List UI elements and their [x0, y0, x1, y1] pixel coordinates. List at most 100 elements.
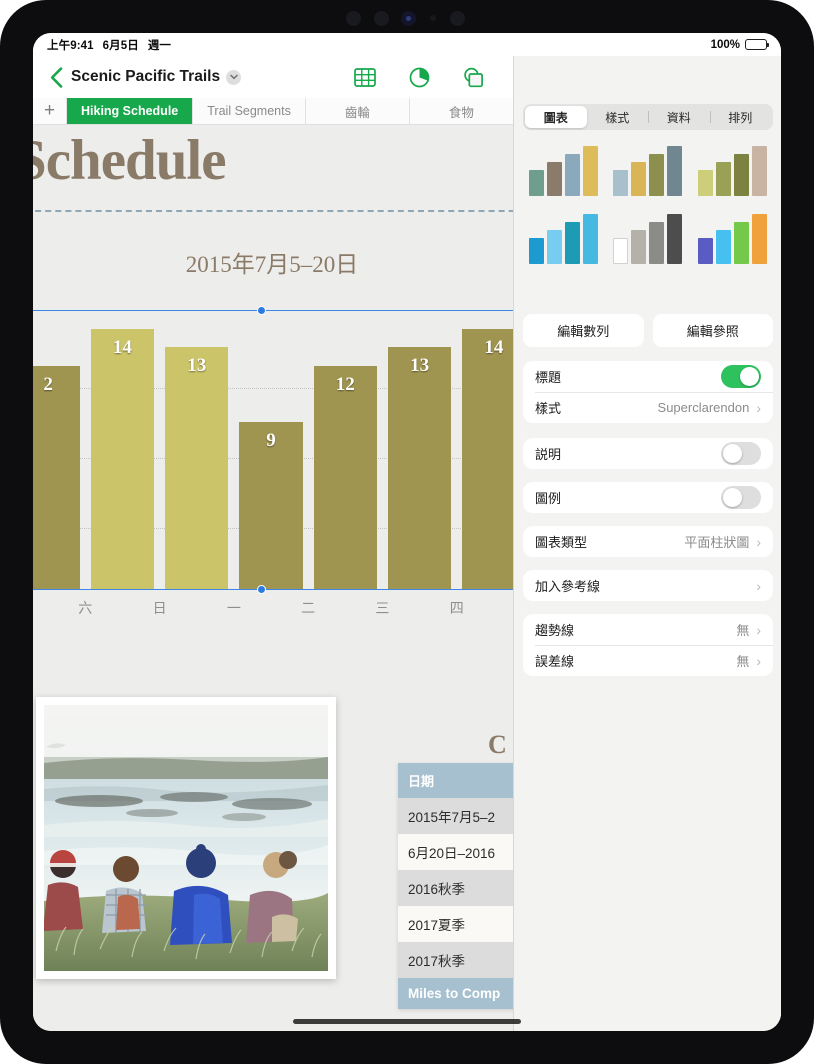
inspector-tab-arrange[interactable]: 排列: [709, 106, 772, 128]
selection-handle-top[interactable]: [257, 306, 266, 315]
caption-group: 説明: [523, 438, 773, 469]
trend-error-group: 趨勢線 無 › 誤差線 無 ›: [523, 614, 773, 676]
edit-reference-button[interactable]: 編輯參照: [652, 314, 773, 347]
chart-bar[interactable]: 2: [33, 366, 80, 590]
shape-icon[interactable]: [459, 63, 487, 91]
style-thumb-bar: [752, 214, 768, 264]
chart-bar[interactable]: 12: [313, 366, 378, 590]
chevron-right-icon: ›: [756, 652, 761, 669]
bezel-dot: [450, 11, 465, 26]
chevron-right-icon: ›: [756, 399, 761, 416]
style-thumb-bar: [716, 162, 732, 196]
row-caption-label: 説明: [535, 447, 562, 462]
toggle-knob: [723, 444, 742, 463]
table-icon[interactable]: [351, 63, 379, 91]
inspector-tab-bar: 圖表 樣式 資料 排列: [523, 104, 773, 130]
style-thumb-bar: [613, 170, 629, 196]
chart-bar[interactable]: 13: [164, 347, 229, 590]
bezel-sensor-icon: [430, 15, 436, 21]
device-bezel-sensors: [0, 0, 814, 34]
style-thumb-bar: [564, 222, 580, 264]
style-thumb-bar: [546, 162, 562, 196]
front-camera-icon: [401, 11, 416, 26]
edit-series-button[interactable]: 編輯數列: [523, 314, 644, 347]
style-thumb-bar: [528, 238, 544, 264]
row-legend-label: 圖例: [535, 491, 562, 506]
ipad-device-frame: 上午9:41 6月5日 週一 100% Scenic Pacific Trail…: [0, 0, 814, 1064]
battery-icon: [745, 39, 770, 50]
style-thumb-bar: [734, 154, 750, 196]
chart-icon[interactable]: [405, 63, 433, 91]
back-button[interactable]: [33, 66, 71, 88]
sheet-tab-trail-segments[interactable]: Trail Segments: [193, 98, 306, 124]
inspector-tab-style[interactable]: 樣式: [587, 106, 649, 128]
selection-handle-bottom[interactable]: [257, 585, 266, 594]
chart-axis-tick-label: 六: [78, 602, 93, 617]
chart-bar-value-label: 2: [43, 374, 53, 395]
row-add-reference-line[interactable]: 加入參考線 ›: [523, 570, 773, 601]
caption-toggle[interactable]: [721, 442, 761, 465]
row-style-label: 樣式: [535, 401, 562, 416]
document-title-button[interactable]: Scenic Pacific Trails: [71, 68, 242, 86]
row-style[interactable]: 樣式 Superclarendon ›: [523, 392, 773, 423]
chart-type-group: 圖表類型 平面柱狀圖 ›: [523, 526, 773, 557]
title-style-group: 標題 樣式 Superclarendon ›: [523, 361, 773, 423]
chart-bar[interactable]: 14: [90, 328, 155, 590]
document-title-label: Scenic Pacific Trails: [71, 68, 221, 85]
row-trend-line[interactable]: 趨勢線 無 ›: [523, 614, 773, 645]
chart-style-option-6[interactable]: [692, 210, 773, 270]
home-indicator[interactable]: [293, 1019, 521, 1024]
style-thumb-bar: [649, 222, 665, 264]
row-chart-type[interactable]: 圖表類型 平面柱狀圖 ›: [523, 526, 773, 557]
title-toggle[interactable]: [721, 365, 761, 388]
status-bar-left: 上午9:41 6月5日 週一: [47, 37, 171, 53]
row-title-label: 標題: [535, 370, 562, 385]
row-error-line-label: 誤差線: [535, 654, 575, 669]
chart-bar[interactable]: 9: [239, 422, 303, 590]
table-heading: C: [488, 730, 507, 759]
sheet-tab-hiking-schedule[interactable]: Hiking Schedule: [67, 98, 194, 124]
style-thumb-bar: [631, 230, 647, 264]
row-error-line[interactable]: 誤差線 無 ›: [523, 645, 773, 676]
row-trend-line-value: 無: [736, 623, 750, 638]
row-trend-line-label: 趨勢線: [535, 623, 575, 638]
chevron-right-icon: ›: [756, 621, 761, 638]
style-thumb-bar: [667, 214, 683, 264]
add-sheet-button[interactable]: +: [33, 98, 67, 124]
chevron-down-icon[interactable]: [226, 69, 242, 85]
selection-border-bottom: [33, 589, 531, 590]
toggle-knob: [723, 488, 742, 507]
row-title[interactable]: 標題: [523, 361, 773, 392]
photo-object[interactable]: [36, 697, 336, 979]
chart-style-option-1[interactable]: [523, 142, 604, 202]
bar-chart-object[interactable]: 2 14 13 9 12 13 14: [33, 306, 531, 594]
style-thumb-bar: [546, 230, 562, 264]
inspector-tab-data[interactable]: 資料: [648, 106, 710, 128]
chevron-left-icon: [50, 66, 62, 88]
chart-axis-tick-label: 日: [152, 602, 167, 617]
chart-bar[interactable]: 13: [387, 347, 452, 590]
chart-bar-value-label: 12: [335, 374, 355, 395]
legend-toggle[interactable]: [721, 486, 761, 509]
selection-border-top: [33, 310, 531, 311]
edit-buttons-row: 編輯數列 編輯參照: [523, 314, 773, 347]
row-legend[interactable]: 圖例: [523, 482, 773, 513]
style-thumb-bar: [698, 170, 714, 196]
chart-bar-value-label: 13: [410, 355, 430, 377]
sheet-tab-food[interactable]: 食物: [410, 98, 514, 124]
inspector-tab-chart[interactable]: 圖表: [525, 106, 587, 128]
status-bar: 上午9:41 6月5日 週一 100%: [33, 33, 781, 56]
chart-style-option-4[interactable]: [523, 210, 604, 270]
chevron-right-icon: ›: [756, 533, 761, 550]
style-thumb-bar: [613, 238, 629, 264]
chart-style-option-3[interactable]: [692, 142, 773, 202]
row-chart-type-value: 平面柱狀圖: [684, 535, 750, 550]
style-thumb-bar: [649, 154, 665, 196]
chart-style-option-5[interactable]: [608, 210, 689, 270]
chart-axis-tick-label: 一: [226, 602, 241, 617]
legend-group: 圖例: [523, 482, 773, 513]
style-thumb-bar: [667, 146, 683, 196]
sheet-tab-gear[interactable]: 齒輪: [306, 98, 410, 124]
chart-style-option-2[interactable]: [608, 142, 689, 202]
row-caption[interactable]: 説明: [523, 438, 773, 469]
